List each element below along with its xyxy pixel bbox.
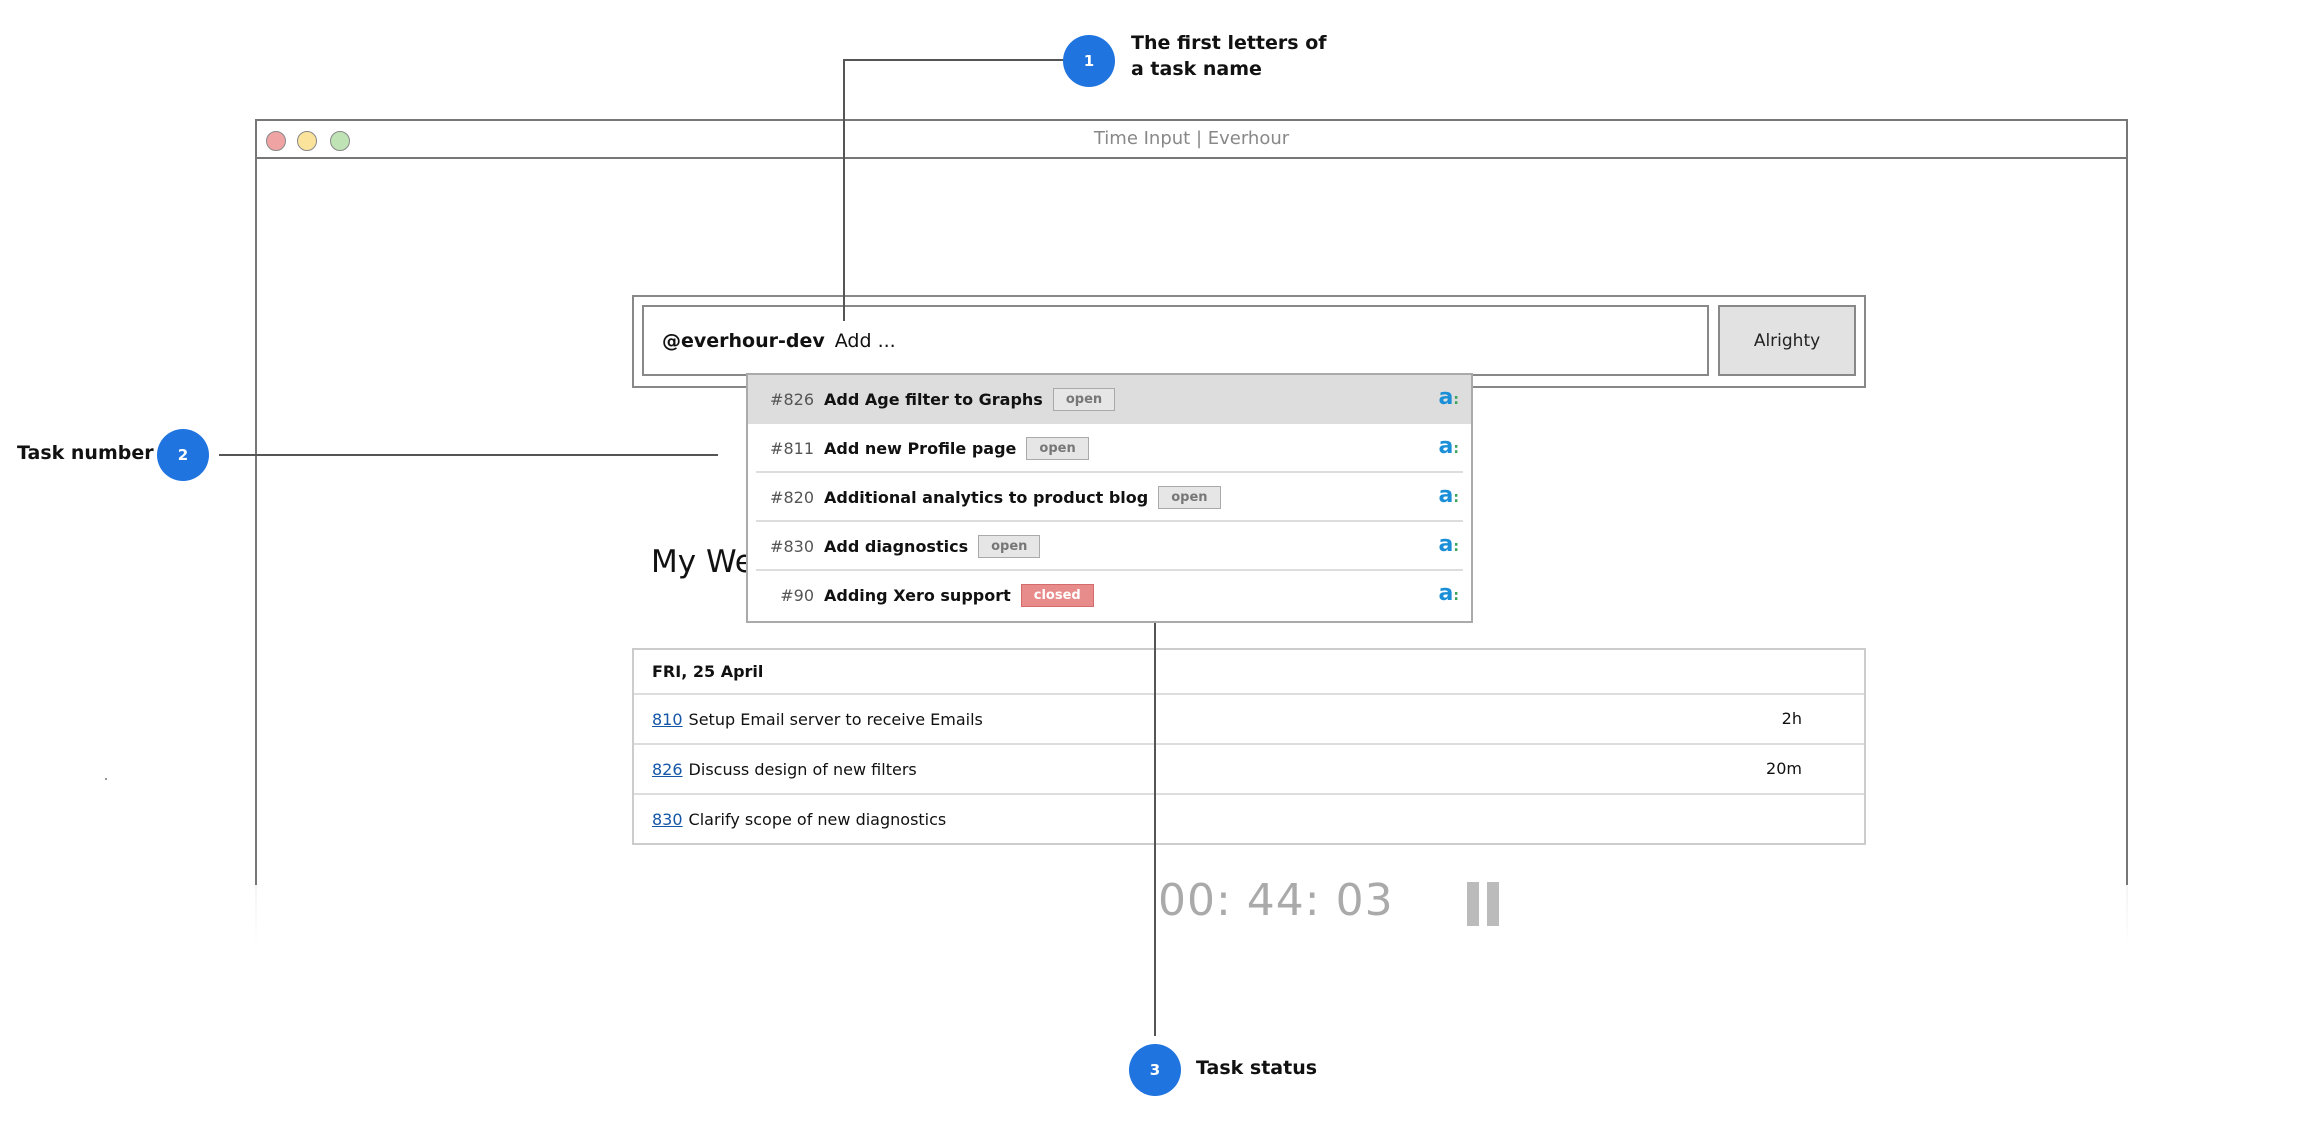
task-search-input[interactable]: @everhour-dev Add ...: [642, 305, 1709, 376]
pause-icon[interactable]: [1467, 882, 1499, 926]
status-badge: open: [1052, 388, 1116, 411]
callout-marker-1: 1: [1063, 35, 1115, 87]
callout-2-line: [219, 454, 718, 456]
task-number: #826: [770, 390, 814, 409]
task-number: #820: [770, 488, 814, 507]
day-header: FRI, 25 April: [634, 650, 1864, 695]
callout-1-vertical-line: [843, 59, 845, 321]
task-link[interactable]: 826: [652, 760, 683, 779]
task-name: Additional analytics to product blog: [824, 488, 1149, 507]
suggestion-item[interactable]: #811 Add new Profile page open a:: [748, 424, 1471, 473]
task-text: Setup Email server to receive Emails: [688, 709, 983, 729]
task-name: Add new Profile page: [824, 439, 1017, 458]
callout-1-horizontal-line: [843, 59, 1065, 61]
status-badge: open: [1026, 437, 1089, 460]
asana-icon: a:: [1438, 385, 1459, 410]
task-name: Adding Xero support: [824, 586, 1011, 605]
status-badge: open: [1158, 486, 1221, 509]
task-suggestions-dropdown: #826 Add Age filter to Graphs open a: #8…: [746, 373, 1473, 623]
input-value: Add ...: [834, 329, 896, 352]
asana-icon: a:: [1438, 532, 1459, 557]
alrighty-button[interactable]: Alrighty: [1718, 305, 1856, 376]
task-number: #830: [770, 537, 814, 556]
table-row[interactable]: 826 Discuss design of new filters 20m: [634, 745, 1864, 795]
suggestion-item[interactable]: #90 Adding Xero support closed a:: [748, 571, 1471, 620]
suggestion-item[interactable]: #826 Add Age filter to Graphs open a:: [748, 375, 1471, 424]
asana-icon: a:: [1438, 483, 1459, 508]
status-badge: closed: [1020, 584, 1094, 607]
asana-icon: a:: [1438, 581, 1459, 606]
task-number: #90: [780, 586, 814, 605]
task-link[interactable]: 830: [652, 810, 683, 829]
callout-1-text: The first letters of a task name: [1131, 31, 1327, 82]
callout-marker-2: 2: [157, 429, 209, 481]
timer-display: 00: 44: 03: [1158, 875, 1394, 926]
task-duration: 20m: [1766, 759, 1802, 778]
task-text: Discuss design of new filters: [688, 759, 917, 779]
status-badge: open: [978, 535, 1041, 558]
callout-2-text: Task number: [17, 442, 154, 464]
callout-1-line1: The first letters of: [1131, 32, 1327, 54]
table-row[interactable]: 810 Setup Email server to receive Emails…: [634, 695, 1864, 745]
callout-marker-3: 3: [1129, 1044, 1181, 1096]
day-table: FRI, 25 April 810 Setup Email server to …: [632, 648, 1866, 845]
asana-icon: a:: [1438, 434, 1459, 459]
task-text: Clarify scope of new diagnostics: [688, 809, 947, 829]
callout-3-text: Task status: [1196, 1057, 1318, 1079]
window-titlebar: Time Input | Everhour: [257, 121, 2126, 159]
table-row[interactable]: 830 Clarify scope of new diagnostics: [634, 795, 1864, 843]
window-title: Time Input | Everhour: [1093, 128, 1290, 149]
task-number: #811: [770, 439, 814, 458]
task-duration: 2h: [1781, 709, 1802, 728]
task-name: Add Age filter to Graphs: [824, 390, 1043, 409]
task-link[interactable]: 810: [652, 710, 683, 729]
suggestion-item[interactable]: #830 Add diagnostics open a:: [748, 522, 1471, 571]
callout-1-line2: a task name: [1131, 57, 1262, 80]
task-name: Add diagnostics: [824, 537, 969, 556]
project-prefix: @everhour-dev: [662, 329, 825, 352]
suggestion-item[interactable]: #820 Additional analytics to product blo…: [748, 473, 1471, 522]
stray-dot: [105, 778, 107, 780]
week-title: My We: [651, 544, 754, 580]
